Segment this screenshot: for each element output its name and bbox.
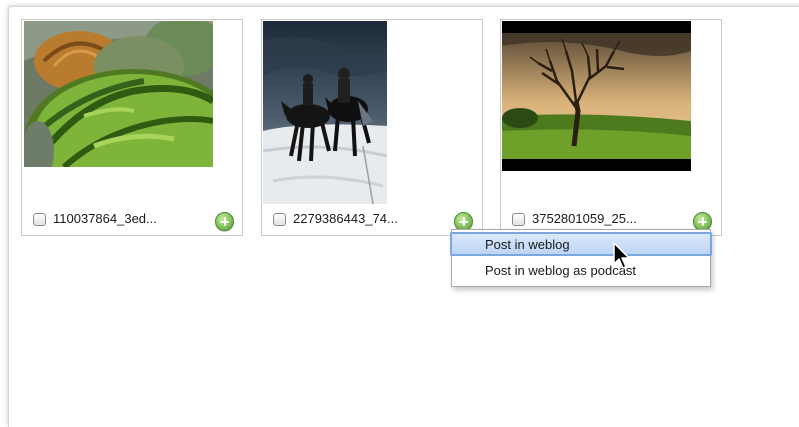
thumbnail-image[interactable] — [24, 21, 213, 167]
media-card[interactable]: 2279386443_74... — [261, 19, 483, 236]
menu-item-post-as-podcast[interactable]: Post in weblog as podcast — [452, 259, 710, 283]
bare-tree-photo — [502, 21, 691, 171]
file-name: 2279386443_74... — [293, 211, 398, 226]
arrow-cursor-icon — [613, 242, 630, 269]
watermelon-photo — [24, 21, 213, 167]
select-checkbox[interactable] — [33, 213, 46, 226]
file-name: 3752801059_25... — [532, 211, 637, 226]
horse-riders-photo — [263, 21, 387, 204]
context-menu: Post in weblog Post in weblog as podcast — [450, 229, 712, 287]
select-checkbox[interactable] — [512, 213, 525, 226]
thumbnail-image[interactable] — [502, 21, 691, 171]
plus-circle-icon[interactable] — [215, 212, 234, 231]
media-card[interactable]: 110037864_3ed... — [21, 19, 243, 236]
media-card[interactable]: 3752801059_25... — [500, 19, 722, 236]
thumbnail-image[interactable] — [263, 21, 387, 204]
menu-item-post-in-weblog[interactable]: Post in weblog — [450, 232, 712, 256]
select-checkbox[interactable] — [273, 213, 286, 226]
file-name: 110037864_3ed... — [53, 211, 157, 226]
